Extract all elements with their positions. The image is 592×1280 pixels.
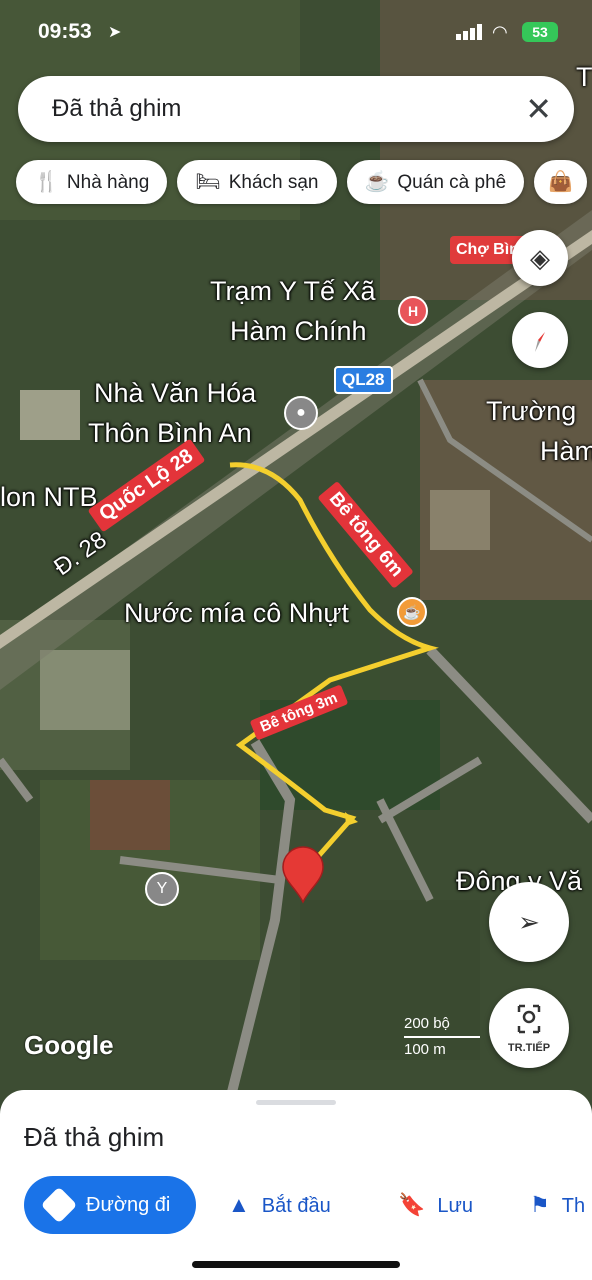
start-label: Bắt đầu — [261, 1195, 331, 1217]
battery-indicator: 53 — [522, 22, 558, 42]
more-label: Th — [561, 1195, 586, 1217]
hotel-icon: 🛏 — [195, 171, 221, 193]
directions-button[interactable]: Đường đi — [24, 1176, 196, 1234]
category-chips: 🍴 Nhà hàng 🛏 Khách sạn ☕ Quán cà phê 👜 — [16, 160, 592, 204]
chip-shopping[interactable]: 👜 — [534, 160, 588, 204]
chip-hotels[interactable]: 🛏 Khách sạn — [177, 160, 337, 204]
next-label: TR.TIẾP — [507, 1042, 551, 1054]
tram-label: Trạm Y Tế Xã — [210, 276, 376, 306]
google-logo: Google — [24, 1030, 114, 1060]
navigation-arrow-icon: ➢ — [518, 907, 540, 937]
chip-label: Quán cà phê — [397, 172, 507, 193]
bookmark-icon: 🔖 — [398, 1192, 426, 1217]
edge-label: T — [576, 62, 592, 92]
chip-restaurants[interactable]: 🍴 Nhà hàng — [16, 160, 168, 204]
chip-cafes[interactable]: ☕ Quán cà phê — [346, 160, 525, 204]
search-query: Đã thả ghim — [52, 95, 182, 122]
compass-icon — [535, 332, 545, 352]
location-scan-icon — [517, 1004, 541, 1034]
home-indicator — [192, 1261, 400, 1268]
status-time: 09:53 — [38, 20, 92, 43]
wifi-icon: ◠ — [492, 22, 508, 42]
flag-icon: ⚑ — [530, 1192, 550, 1217]
signal-icon — [456, 24, 482, 40]
navigation-icon: ▲ — [228, 1192, 250, 1217]
next-button[interactable]: TR.TIẾP — [489, 988, 569, 1068]
dropped-pin-icon[interactable] — [280, 846, 326, 904]
directions-label: Đường đi — [86, 1194, 171, 1216]
lon-label: lon NTB — [0, 482, 98, 512]
restaurant-icon: 🍴 — [34, 171, 59, 193]
drag-handle[interactable] — [256, 1100, 336, 1105]
search-bar[interactable]: Đã thả ghim ✕ — [18, 76, 574, 142]
nuoc-mia-label: Nước mía cô Nhựt — [124, 598, 349, 628]
landmark-icon[interactable]: ● — [284, 396, 318, 430]
truong-label: Trường — [486, 396, 577, 426]
directions-icon — [40, 1186, 78, 1224]
more-button[interactable]: ⚑ Th — [530, 1176, 585, 1234]
coffee-icon: ☕ — [364, 171, 390, 193]
my-location-button[interactable]: ➢ — [489, 882, 569, 962]
bar-icon[interactable]: Y — [145, 872, 179, 906]
scale-meters: 100 m — [404, 1041, 446, 1058]
cafe-icon[interactable]: ☕ — [397, 597, 427, 627]
start-button[interactable]: ▲ Bắt đầu — [228, 1176, 331, 1234]
save-button[interactable]: 🔖 Lưu — [398, 1176, 473, 1234]
thon-label: Thôn Bình An — [88, 418, 252, 448]
nha-van-hoa-label: Nhà Văn Hóa — [94, 378, 257, 408]
location-arrow-icon: ➤ — [108, 24, 122, 41]
scale-feet: 200 bộ — [404, 1015, 450, 1032]
chip-label: Khách sạn — [228, 172, 319, 193]
place-sheet: Đã thả ghim Đường đi ▲ Bắt đầu 🔖 Lưu ⚑ Th — [0, 1090, 592, 1280]
place-title: Đã thả ghim — [24, 1122, 165, 1152]
route-shield: QL28 — [334, 366, 393, 394]
save-label: Lưu — [437, 1195, 474, 1217]
shopping-bag-icon: 👜 — [548, 171, 574, 193]
layers-icon: ◈ — [530, 243, 550, 273]
tram-label-2: Hàm Chính — [230, 316, 367, 346]
status-bar: 09:53 ➤ ◠ 53 — [0, 0, 592, 60]
chip-label: Nhà hàng — [66, 172, 150, 193]
truong-label-2: Hàm — [540, 436, 592, 466]
close-icon[interactable]: ✕ — [525, 90, 552, 128]
layers-button[interactable]: ◈ — [512, 230, 568, 286]
compass-button[interactable] — [512, 312, 568, 368]
hospital-icon[interactable]: H — [398, 296, 428, 326]
scale-bar: 200 bộ 100 m — [404, 1012, 480, 1062]
